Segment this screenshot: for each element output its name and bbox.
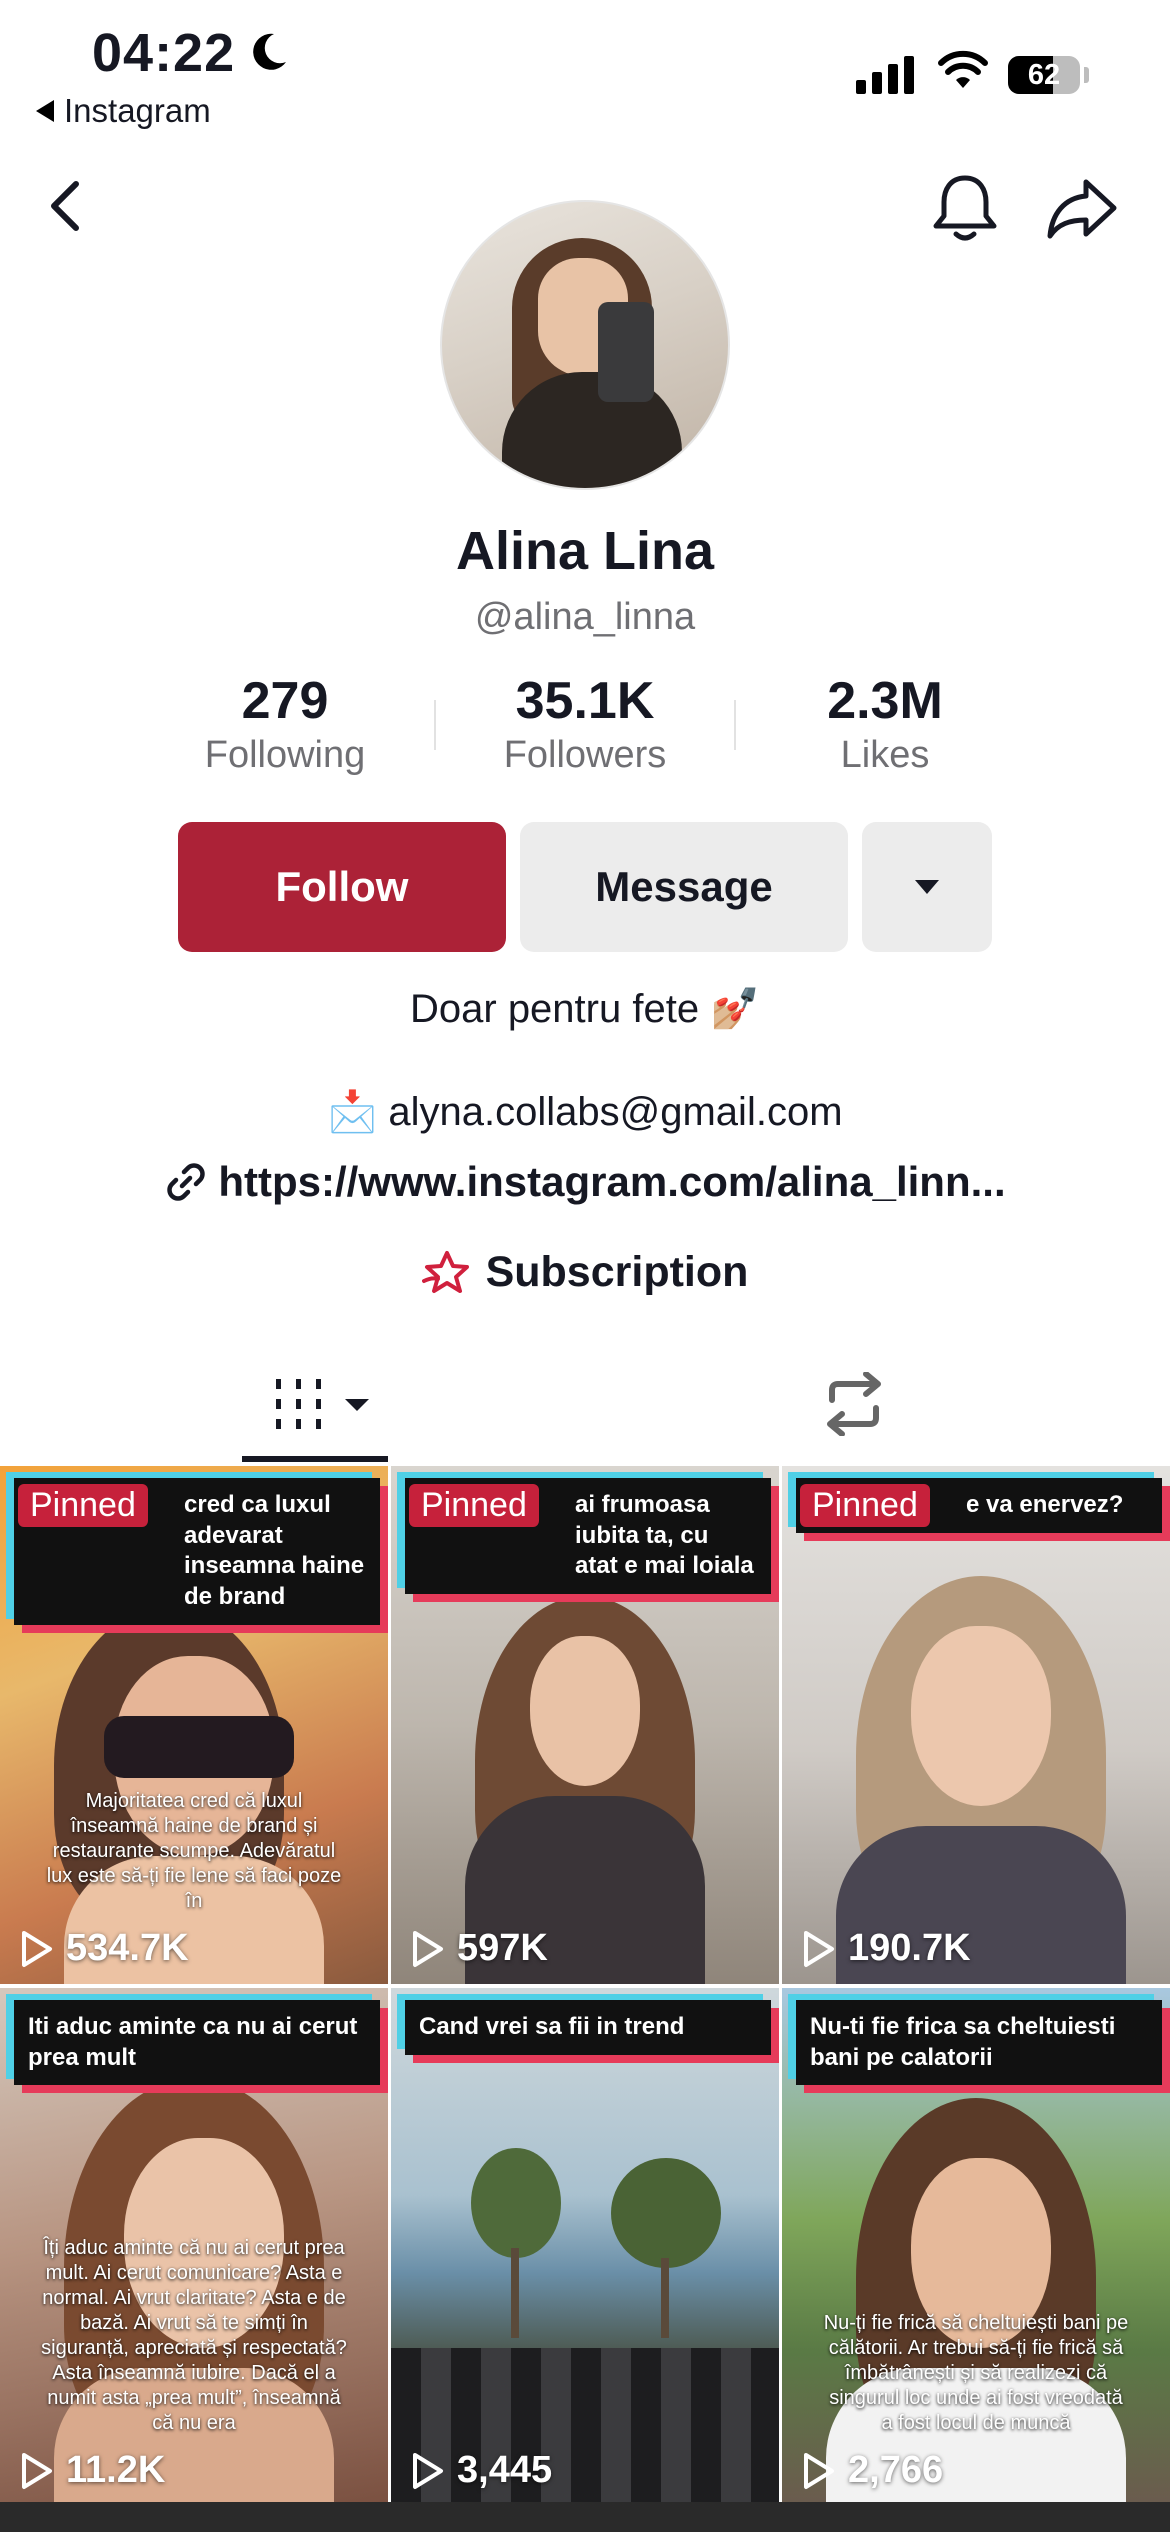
follow-button[interactable]: Follow <box>178 822 506 952</box>
profile-link[interactable]: https://www.instagram.com/alina_linn... <box>0 1158 1170 1206</box>
stat-likes[interactable]: 2.3M Likes <box>755 670 1015 777</box>
battery-percent: 62 <box>1027 59 1061 91</box>
moon-icon <box>253 33 286 70</box>
stat-divider <box>734 700 736 750</box>
battery-tip <box>1084 67 1089 83</box>
video-tile[interactable]: Cand vrei sa fii in trend 3,445 <box>391 1988 779 2506</box>
view-count-value: 534.7K <box>66 1927 189 1969</box>
status-time: 04:22 <box>92 23 236 83</box>
back-triangle-icon <box>36 100 54 122</box>
play-icon <box>22 1930 52 1967</box>
phone-in-photo <box>598 302 654 402</box>
stat-label: Likes <box>840 734 930 776</box>
view-count: 2,766 <box>798 2449 943 2492</box>
stat-value: 35.1K <box>515 672 655 730</box>
stat-followers[interactable]: 35.1K Followers <box>455 670 715 777</box>
link-icon <box>167 1163 206 1201</box>
status-bar: 04:22 Instagram 62 <box>0 0 1170 140</box>
active-tab-indicator <box>242 1456 388 1462</box>
back-arrow-icon[interactable] <box>40 178 96 234</box>
subscription-label: Subscription <box>485 1248 749 1296</box>
pinned-badge: Pinned <box>18 1484 148 1527</box>
next-row-peek <box>0 2502 1170 2532</box>
wifi-icon <box>938 50 988 88</box>
stat-value: 279 <box>241 672 329 730</box>
video-subtitle: Nu-ți fie frică să cheltuiești bani pe c… <box>823 2312 1129 2434</box>
profile-name: Alina Lina <box>455 521 715 581</box>
profile-link-text: https://www.instagram.com/alina_linn... <box>218 1158 1006 1205</box>
play-icon <box>804 2452 834 2489</box>
view-count-value: 597K <box>457 1927 548 1969</box>
back-to-app-link[interactable]: Instagram <box>36 92 211 130</box>
pinned-badge: Pinned <box>800 1484 930 1527</box>
avatar[interactable] <box>440 200 730 490</box>
back-app-label: Instagram <box>64 92 211 129</box>
view-count: 597K <box>407 1927 548 1970</box>
more-options-button[interactable] <box>862 822 992 952</box>
profile-email: 📩 alyna.collabs@gmail.com <box>327 1090 843 1134</box>
view-count: 190.7K <box>798 1927 971 1970</box>
tab-videos[interactable] <box>240 1370 400 1440</box>
profile-handle: @alina_linna <box>474 596 696 638</box>
stat-value: 2.3M <box>827 672 943 730</box>
view-count: 3,445 <box>407 2449 552 2492</box>
video-caption: Cand vrei sa fii in trend <box>405 2000 771 2055</box>
view-count: 11.2K <box>16 2449 165 2492</box>
battery-icon: 62 <box>1008 56 1080 94</box>
view-count: 534.7K <box>16 1927 189 1970</box>
cellular-signal-icon <box>856 56 914 94</box>
share-icon[interactable] <box>1046 176 1118 240</box>
play-icon <box>413 2452 443 2489</box>
subscription-star-icon <box>421 1250 469 1293</box>
repost-icon[interactable] <box>820 1372 888 1436</box>
video-tile[interactable]: Iti aduc aminte ca nu ai cerut prea mult… <box>0 1988 388 2506</box>
message-button[interactable]: Message <box>520 822 848 952</box>
video-grid: cred ca luxul adevarat inseamna haine de… <box>0 1466 1170 2532</box>
view-count-value: 3,445 <box>457 2449 553 2491</box>
video-caption: Nu-ti fie frica sa cheltuiesti bani pe c… <box>796 2000 1162 2086</box>
grid-columns-icon <box>276 1379 321 1429</box>
content-tabs <box>0 1350 1170 1466</box>
view-count-value: 190.7K <box>848 1927 971 1969</box>
stat-label: Following <box>204 734 366 776</box>
view-count-value: 11.2K <box>66 2449 166 2491</box>
pinned-badge: Pinned <box>409 1484 539 1527</box>
subscription-link[interactable]: Subscription <box>0 1248 1170 1297</box>
video-tile[interactable]: cred ca luxul adevarat inseamna haine de… <box>0 1466 388 1984</box>
video-subtitle: Îți aduc aminte că nu ai cerut prea mult… <box>41 2237 347 2434</box>
play-icon <box>804 1930 834 1967</box>
view-count-value: 2,766 <box>848 2449 944 2491</box>
bell-icon[interactable] <box>930 172 1000 244</box>
video-tile[interactable]: ai frumoasa iubita ta, cu atat e mai loi… <box>391 1466 779 1984</box>
profile-stats: 279 Following 35.1K Followers 2.3M Likes <box>155 670 1015 790</box>
stat-following[interactable]: 279 Following <box>155 670 415 777</box>
play-icon <box>22 2452 52 2489</box>
caret-down-icon <box>345 1399 369 1411</box>
video-subtitle: Majoritatea cred că luxul înseamnă haine… <box>46 1790 342 1912</box>
video-caption: Iti aduc aminte ca nu ai cerut prea mult <box>14 2000 380 2086</box>
video-tile[interactable]: Nu-ti fie frica sa cheltuiesti bani pe c… <box>782 1988 1170 2506</box>
profile-bio: Doar pentru fete 💅🏼 <box>410 987 760 1031</box>
caret-down-icon <box>915 880 939 894</box>
play-icon <box>413 1930 443 1967</box>
video-tile[interactable]: e va enervez? Pinned 190.7K <box>782 1466 1170 1984</box>
stat-label: Followers <box>503 734 667 776</box>
stat-divider <box>434 700 436 750</box>
